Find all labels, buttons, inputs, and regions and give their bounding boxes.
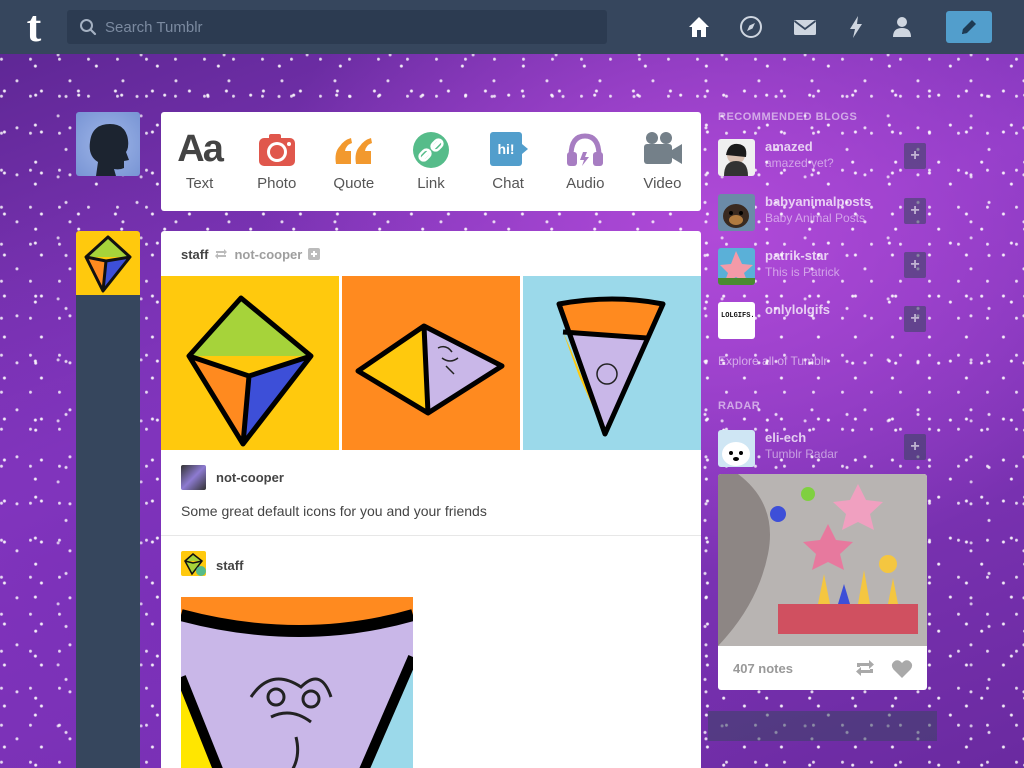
heart-icon[interactable] (891, 659, 913, 679)
post-author-link[interactable]: staff (181, 247, 208, 262)
rec-blog-subtitle: This is Patrick (765, 265, 840, 279)
sidebar-footer-bar (708, 711, 937, 741)
home-icon[interactable] (686, 14, 712, 40)
rec-blog-name[interactable]: eli-ech (765, 430, 806, 445)
dashboard-post: staff not-cooper not-cooper Some great d… (161, 231, 701, 768)
post-type-quote[interactable]: Quote (315, 112, 392, 211)
reblogged-from-link[interactable]: not-cooper (234, 247, 302, 262)
rec-blog-subtitle: Baby Animal Posts (765, 211, 866, 225)
trail-avatar[interactable] (181, 465, 206, 490)
tumblr-logo[interactable]: t (16, 5, 52, 49)
trail-blog-name[interactable]: not-cooper (216, 470, 284, 485)
pencil-icon (962, 20, 976, 34)
post-type-photo[interactable]: Photo (238, 112, 315, 211)
rec-avatar-onlylolgifs[interactable]: LOLGIFS.NET (718, 302, 755, 339)
trail-blog-name-staff[interactable]: staff (216, 558, 243, 573)
link-icon (412, 132, 449, 168)
recommended-blog-item[interactable]: patrik-star This is Patrick + (718, 248, 928, 296)
follow-plus-icon[interactable] (308, 248, 321, 260)
camera-icon (258, 134, 295, 166)
post-type-audio[interactable]: Audio (547, 112, 624, 211)
recommended-blogs-title: RECOMMENDED BLOGS (718, 111, 858, 123)
reblog-icon[interactable] (854, 659, 876, 677)
post-type-text[interactable]: Aa Text (161, 112, 238, 211)
user-avatar[interactable] (76, 112, 140, 176)
radar-blog-item[interactable]: eli-ech Tumblr Radar + (718, 430, 928, 478)
radar-title: RADAR (718, 400, 761, 412)
radar-post-image[interactable] (718, 474, 927, 646)
rec-blog-name[interactable]: patrik-star (765, 248, 829, 263)
account-icon[interactable] (889, 14, 915, 40)
headphones-icon (567, 133, 604, 166)
svg-text:hi!: hi! (498, 141, 515, 157)
rec-blog-name[interactable]: onlylolgifs (765, 302, 830, 317)
reblog-icon (215, 249, 228, 259)
photo-orange-kite[interactable] (342, 276, 520, 450)
rec-blog-subtitle: Tumblr Radar (765, 447, 838, 461)
follow-button[interactable]: + (904, 434, 926, 460)
post-type-bar: Aa Text Photo Quote Link hi! Chat Audio … (161, 112, 701, 211)
radar-post-card: 407 notes (718, 474, 927, 690)
video-camera-icon (644, 132, 683, 164)
activity-icon[interactable] (843, 14, 869, 40)
text-icon: Aa (177, 128, 224, 170)
follow-button[interactable]: + (904, 198, 926, 224)
search-bar[interactable] (67, 10, 607, 44)
avatar-column (76, 295, 140, 768)
radar-blog-avatar[interactable] (718, 430, 755, 467)
trail-avatar-staff[interactable] (181, 551, 206, 576)
reblog-trail-item: not-cooper Some great default icons for … (161, 450, 701, 536)
explore-icon[interactable] (738, 14, 764, 40)
photo-blue-kite[interactable] (523, 276, 701, 450)
rec-avatar-amazed[interactable] (718, 139, 755, 176)
post-type-chat[interactable]: hi! Chat (470, 112, 547, 211)
chat-icon: hi! (490, 132, 529, 166)
rec-blog-subtitle: amazed yet? (765, 156, 834, 170)
recommended-blog-item[interactable]: amazed amazed yet? + (718, 139, 928, 187)
recommended-blog-item[interactable]: LOLGIFS.NET onlylolgifs + (718, 302, 928, 350)
photoset (161, 276, 701, 450)
kite-icon (84, 235, 132, 293)
post-author-avatar[interactable] (76, 231, 140, 295)
rec-avatar-babyanimalposts[interactable] (718, 194, 755, 231)
trail-body-text: Some great default icons for you and you… (181, 503, 487, 519)
inbox-icon[interactable] (792, 14, 818, 40)
follow-button[interactable]: + (904, 252, 926, 278)
follow-button[interactable]: + (904, 306, 926, 332)
compose-button[interactable] (946, 11, 992, 43)
search-icon (80, 19, 97, 36)
post-photo-large[interactable] (181, 597, 413, 768)
rec-avatar-patrik-star[interactable] (718, 248, 755, 285)
post-type-video[interactable]: Video (624, 112, 701, 211)
rec-blog-name[interactable]: amazed (765, 139, 813, 154)
search-input[interactable] (105, 10, 595, 44)
quote-icon (335, 138, 372, 164)
follow-button[interactable]: + (904, 143, 926, 169)
explore-all-link[interactable]: Explore all of Tumblr (718, 354, 827, 368)
photo-yellow-kite[interactable] (161, 276, 339, 450)
top-nav-bar: t (0, 0, 1024, 54)
post-type-link[interactable]: Link (392, 112, 469, 211)
radar-notes-count[interactable]: 407 notes (733, 661, 793, 676)
recommended-blog-item[interactable]: babyanimalposts Baby Animal Posts + (718, 194, 928, 242)
silhouette-icon (89, 124, 129, 176)
rec-blog-name[interactable]: babyanimalposts (765, 194, 871, 209)
post-header: staff not-cooper (181, 246, 321, 262)
